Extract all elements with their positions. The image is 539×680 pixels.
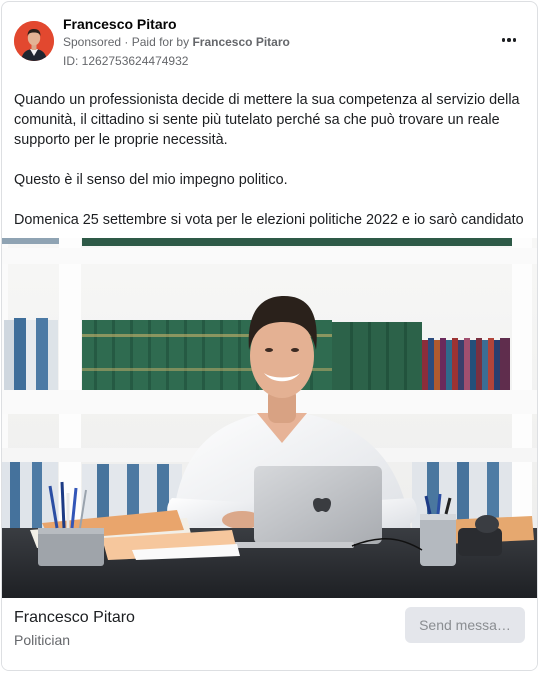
ad-card: Francesco Pitaro Sponsored · Paid for by… [1,1,538,671]
books-left-middle [4,318,58,390]
post-paragraph-3[interactable]: Domenica 25 settembre si vota per le ele… [14,210,529,230]
post-paragraph-1: Quando un professionista decide di mette… [14,92,520,148]
send-message-button[interactable]: Send messa… [405,607,525,643]
post-header: Francesco Pitaro Sponsored · Paid for by… [2,2,537,82]
dot [507,38,511,42]
post-body-text: Quando un professionista decide di mette… [14,90,529,230]
footer-category: Politician [14,632,71,648]
paid-for-name: Francesco Pitaro [192,35,290,49]
sponsored-meta: Sponsored · Paid for by Francesco Pitaro [63,35,290,49]
meta-separator: · [124,35,132,49]
post-paragraph-2: Questo è il senso del mio impegno politi… [14,172,288,188]
laptop [234,466,382,548]
page-avatar[interactable] [14,21,54,61]
cta-footer: Francesco Pitaro Politician Send messa… [2,598,537,670]
page-name[interactable]: Francesco Pitaro [63,16,177,32]
ad-id: ID: 1262753624474932 [63,54,189,68]
dot [501,38,506,42]
paid-for-prefix: Paid for by [131,35,190,49]
sponsored-label: Sponsored [63,35,122,49]
more-options-icon[interactable] [497,30,521,50]
ad-photo[interactable] [2,238,537,598]
footer-page-name[interactable]: Francesco Pitaro [14,609,135,627]
office-photo-illustration [2,238,537,598]
dot [512,38,517,42]
colorful-books [422,338,510,390]
